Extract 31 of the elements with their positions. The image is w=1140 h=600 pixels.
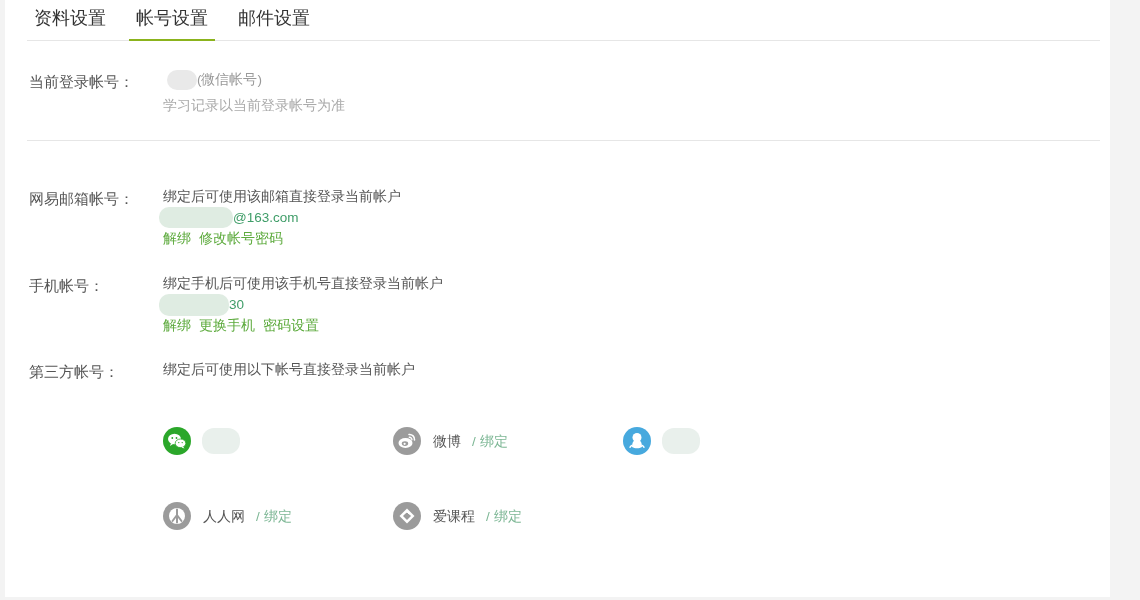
account-name: 人人网 (203, 507, 245, 526)
hint-text: 学习记录以当前登录帐号为准 (163, 97, 345, 115)
speech-bubbles-icon[interactable] (163, 427, 191, 455)
silhouette-icon[interactable] (623, 427, 651, 455)
diamond-logo-icon[interactable] (393, 502, 421, 530)
tab[interactable]: 资料设置 (27, 0, 113, 41)
account-name: 微博 (433, 432, 461, 451)
field-label: 网易邮箱帐号： (28, 189, 135, 209)
action-link[interactable]: 更换手机 (199, 315, 255, 336)
redaction-blur (159, 293, 229, 316)
description-text: 绑定后可使用该邮箱直接登录当前帐户 (163, 188, 401, 206)
peace-sign-icon[interactable] (163, 502, 191, 530)
account-type: (微信帐号) (197, 71, 262, 89)
description-text: 绑定后可使用以下帐号直接登录当前帐户 (163, 361, 415, 379)
action-link[interactable]: 解绑 (163, 228, 191, 249)
tab[interactable]: 帐号设置 (129, 0, 215, 41)
account-name: 爱课程 (433, 507, 475, 526)
field-label: 当前登录帐号： (28, 72, 135, 92)
field-label: 第三方帐号： (28, 362, 120, 382)
bind-link[interactable]: / 绑定 (472, 430, 508, 452)
field-label: 手机帐号： (28, 276, 105, 296)
account-value: 30 (229, 296, 245, 314)
swirl-logo-icon[interactable] (393, 427, 421, 455)
bind-link[interactable]: / 绑定 (256, 505, 292, 527)
account-value: @163.com (233, 209, 299, 227)
action-link[interactable]: 密码设置 (263, 315, 319, 336)
action-link[interactable]: 解绑 (163, 315, 191, 336)
action-link[interactable]: 修改帐号密码 (199, 228, 283, 249)
bind-link[interactable]: / 绑定 (486, 505, 522, 527)
tab[interactable]: 邮件设置 (231, 0, 317, 41)
description-text: 绑定手机后可使用该手机号直接登录当前帐户 (163, 275, 443, 293)
